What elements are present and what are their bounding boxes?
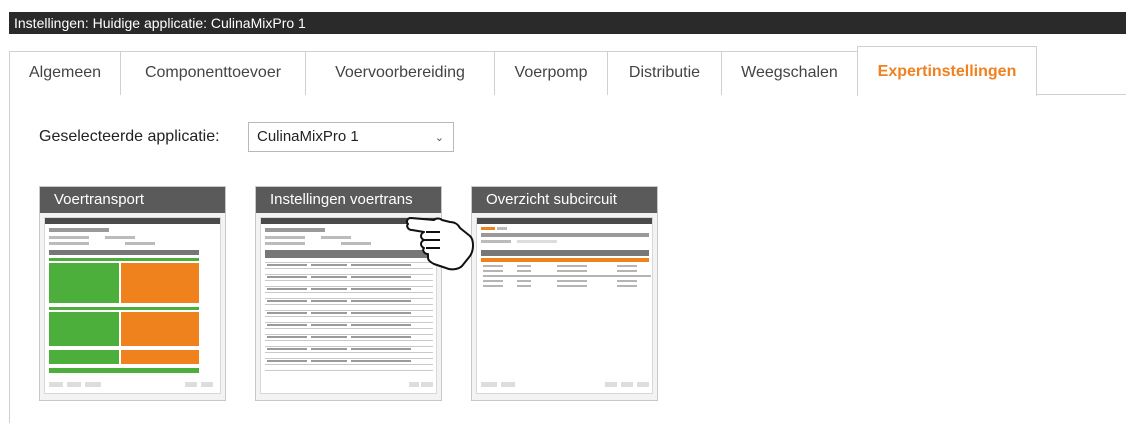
thumbnail-image [261, 218, 436, 387]
application-select-value: CulinaMixPro 1 [257, 128, 359, 145]
tab-distributie[interactable]: Distributie [607, 51, 722, 95]
application-select[interactable]: CulinaMixPro 1 ⌄ [248, 122, 454, 152]
tab-componenttoevoer[interactable]: Componenttoevoer [120, 51, 306, 95]
card-thumbnail [476, 217, 653, 394]
card-title: Instellingen voertrans [256, 187, 441, 213]
tab-weegschalen[interactable]: Weegschalen [721, 51, 858, 95]
window-title: Instellingen: Huidige applicatie: Culina… [9, 12, 1126, 34]
card-thumbnail [44, 217, 221, 394]
tab-expertinstellingen[interactable]: Expertinstellingen [857, 46, 1037, 96]
content-border [9, 95, 10, 423]
thumbnail-image [477, 218, 652, 387]
chevron-down-icon: ⌄ [434, 132, 444, 144]
card-title: Voertransport [40, 187, 225, 213]
application-select-label: Geselecteerde applicatie: [39, 128, 220, 145]
card-thumbnail [260, 217, 437, 394]
card-overzicht-subcircuit[interactable]: Overzicht subcircuit [471, 186, 658, 401]
thumbnail-image [45, 218, 220, 387]
card-title: Overzicht subcircuit [472, 187, 657, 213]
card-voertransport[interactable]: Voertransport [39, 186, 226, 401]
card-instellingen-voertrans[interactable]: Instellingen voertrans [255, 186, 442, 401]
tab-voervoorbereiding[interactable]: Voervoorbereiding [305, 51, 495, 95]
tab-algemeen[interactable]: Algemeen [9, 51, 121, 95]
tab-bar: Algemeen Componenttoevoer Voervoorbereid… [9, 46, 1126, 96]
tab-voerpomp[interactable]: Voerpomp [494, 51, 608, 95]
